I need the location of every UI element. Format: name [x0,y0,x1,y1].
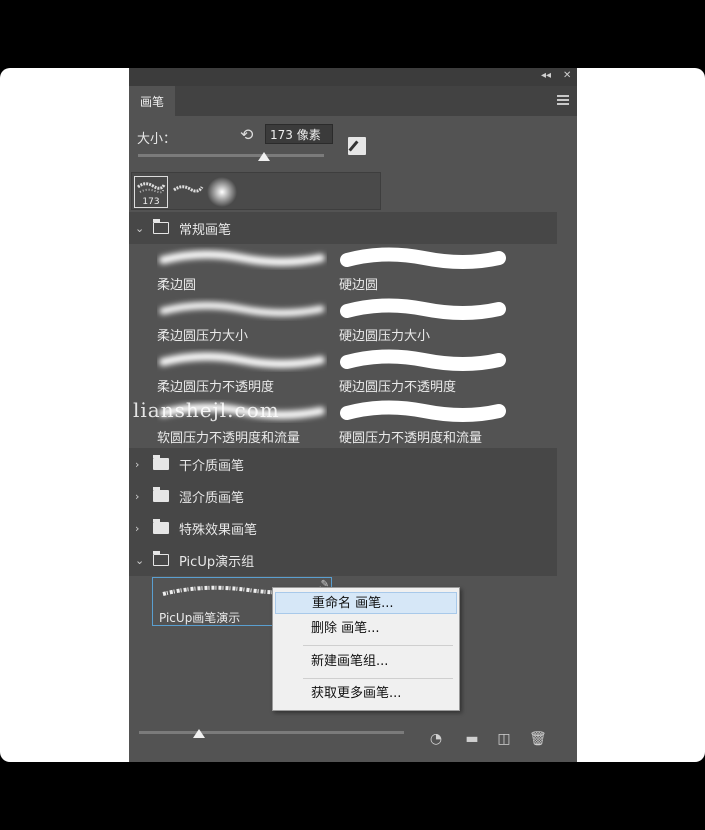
brush-label: 柔边圆 [157,278,197,293]
eye-icon[interactable]: ◔ [429,732,443,746]
panel-menu-icon[interactable] [557,95,569,105]
tab-brushes[interactable]: 画笔 [129,86,175,116]
size-slider-thumb[interactable] [258,152,270,161]
brush-settings-button[interactable] [348,137,366,155]
brush-label: PicUp画笔演示 [159,611,241,625]
chevron-right-icon: › [135,521,140,535]
folder-icon [153,519,169,534]
chevron-right-icon: › [135,457,140,471]
hard-stroke-preview [340,400,506,422]
folder-icon [153,487,169,502]
chevron-right-icon: › [135,489,140,503]
group-special-effects[interactable]: › 特殊效果画笔 [129,512,557,544]
recent-presets: 173 [131,172,381,210]
brush-label: 硬边圆压力不透明度 [339,380,457,395]
menu-item-rename[interactable]: 重命名 画笔... [275,592,457,614]
soft-stroke-preview [159,352,325,368]
size-label: 大小： [137,132,177,147]
soft-round-brush-icon [207,177,237,207]
close-icon[interactable]: ✕ [563,70,571,81]
preview-size-slider-thumb[interactable] [193,729,205,738]
reset-size-icon[interactable]: ⟲ [240,125,253,144]
group-label: 干介质画笔 [179,458,245,474]
chevron-down-icon: ⌄ [135,221,145,235]
folder-open-icon [153,219,169,234]
context-menu: 重命名 画笔... 删除 画笔... 新建画笔组... 获取更多画笔... [272,587,460,711]
menu-item-new-group[interactable]: 新建画笔组... [275,651,457,673]
size-input[interactable]: 173 像素 [265,124,333,144]
panel-titlebar: ◂◂ ✕ [129,68,577,86]
group-label: PicUp演示组 [179,554,255,570]
hard-stroke-preview [340,349,506,371]
scatter-brush-icon [173,185,204,193]
group-label: 特殊效果画笔 [179,522,258,538]
new-group-folder-icon[interactable]: ▬ [465,732,479,746]
preview-size-slider[interactable] [139,729,404,738]
brush-label: 硬边圆 [339,278,379,293]
group-label: 常规画笔 [179,222,232,238]
folder-open-icon [153,551,169,566]
preset-3[interactable] [206,176,238,208]
brush-label: 软圆压力不透明度和流量 [157,431,301,446]
group-general-brushes[interactable]: ⌄ 常规画笔 [129,212,557,244]
menu-item-get-more[interactable]: 获取更多画笔... [275,683,457,705]
size-slider[interactable] [138,152,324,161]
group-label: 湿介质画笔 [179,490,245,506]
hard-stroke-preview [340,298,506,320]
panel-tabbar: 画笔 [129,86,577,116]
group-picup-demo[interactable]: ⌄ PicUp演示组 [129,544,557,576]
soft-stroke-preview [159,250,325,266]
preset-size: 173 [142,197,160,207]
folder-icon [153,455,169,470]
brush-label: 硬圆压力不透明度和流量 [339,431,483,446]
scatter-brush-icon [137,182,166,194]
new-brush-icon[interactable]: ◫ [497,732,511,746]
brush-label: 柔边圆压力不透明度 [157,380,275,395]
preset-2[interactable] [172,176,204,208]
soft-stroke-preview [159,301,325,317]
chevron-down-icon: ⌄ [135,553,145,567]
collapse-icon[interactable]: ◂◂ [541,70,551,81]
group-dry-media[interactable]: › 干介质画笔 [129,448,557,480]
menu-item-delete[interactable]: 删除 画笔... [275,618,457,640]
menu-separator [303,645,453,646]
brush-label: 硬边圆压力大小 [339,329,431,344]
hard-stroke-preview [340,247,506,269]
group-wet-media[interactable]: › 湿介质画笔 [129,480,557,512]
brush-label: 柔边圆压力大小 [157,329,249,344]
panel-footer: ◔ ▬ ◫ 🗑 [129,724,577,762]
watermark: lianshejl.com [133,398,280,422]
menu-separator [303,678,453,679]
preset-selected[interactable]: 173 [134,176,168,208]
trash-icon[interactable]: 🗑 [529,732,547,746]
